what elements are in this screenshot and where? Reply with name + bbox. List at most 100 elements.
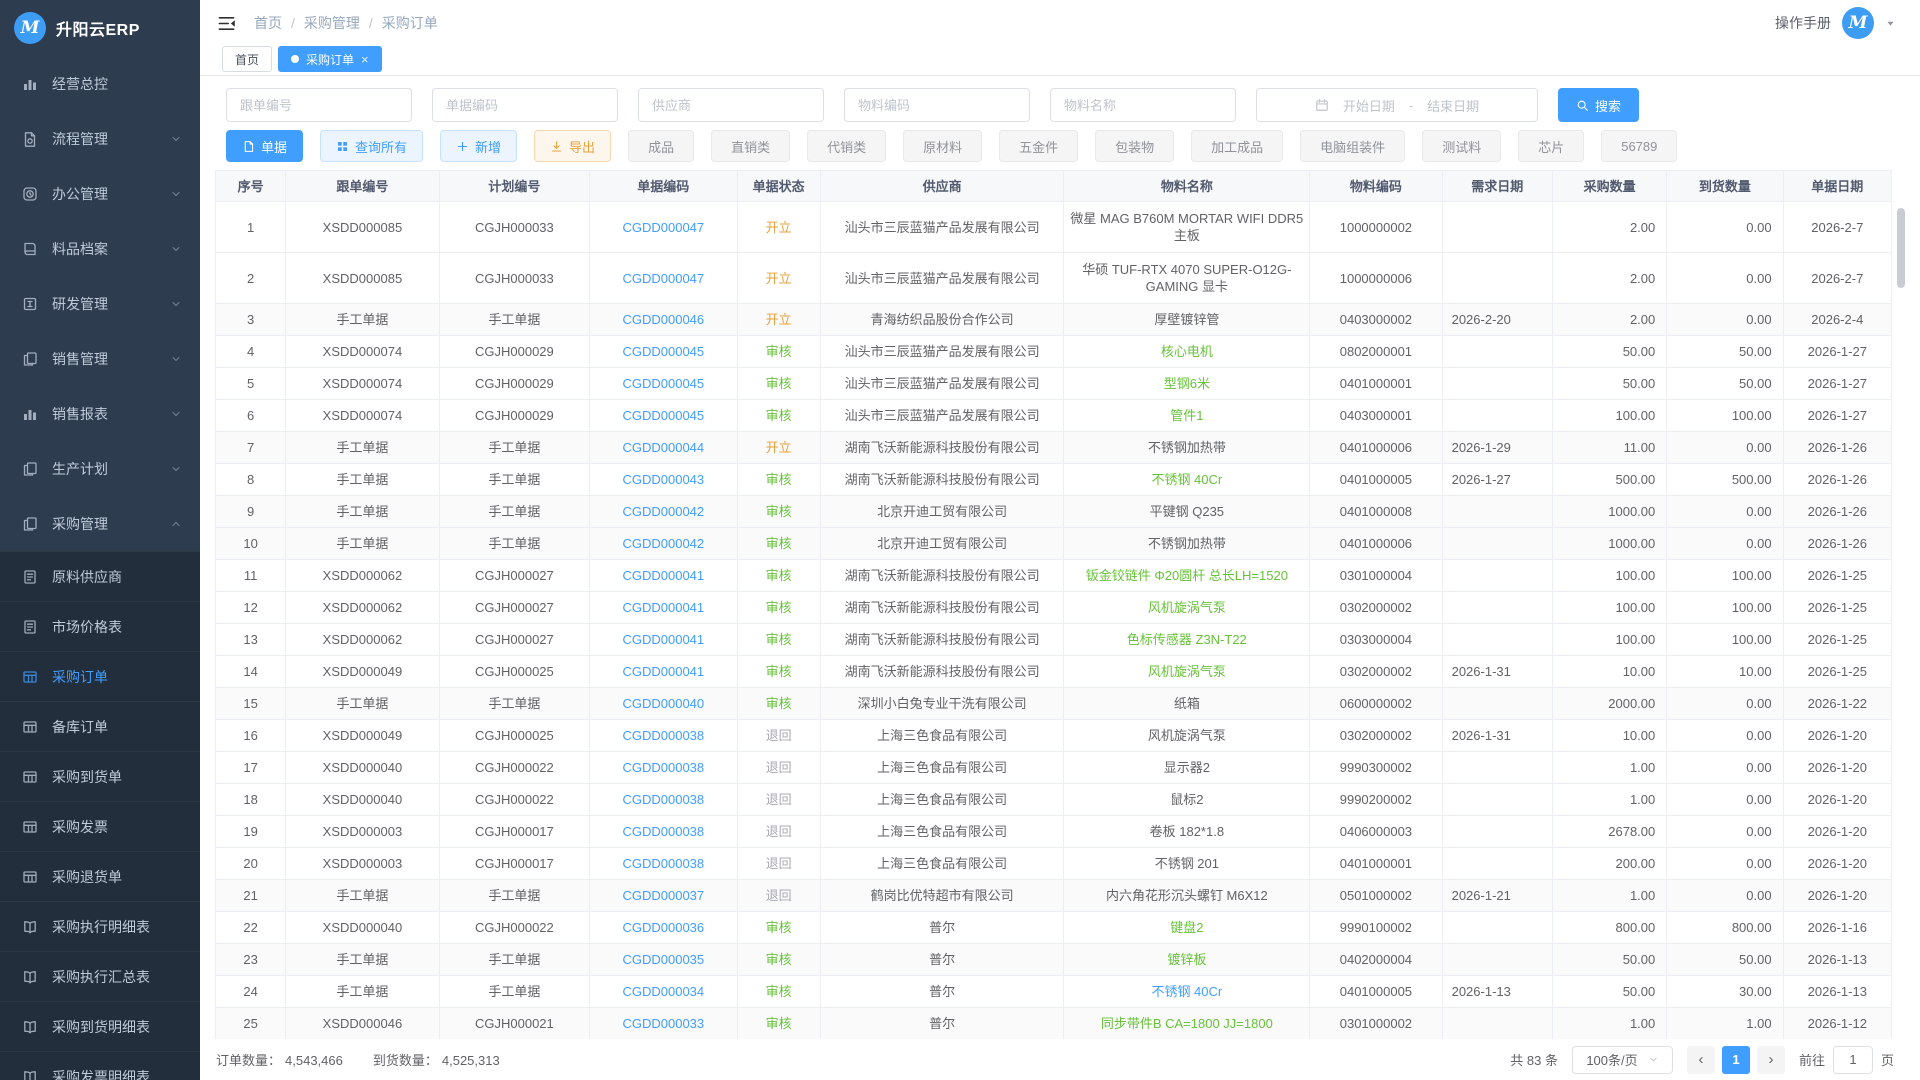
doc-no-link[interactable]: CGDD000035 bbox=[622, 952, 704, 967]
vertical-scrollbar[interactable] bbox=[1897, 202, 1905, 1038]
category-button[interactable]: 加工成品 bbox=[1191, 130, 1283, 162]
close-icon[interactable]: × bbox=[361, 53, 369, 66]
category-button[interactable]: 芯片 bbox=[1518, 130, 1584, 162]
sidebar-subitem[interactable]: 原料供应商 bbox=[0, 551, 200, 601]
table-row[interactable]: 19 XSDD000003 CGJH000017 CGDD000038 退回 上… bbox=[216, 816, 1892, 848]
category-button[interactable]: 代销类 bbox=[807, 130, 886, 162]
search-button[interactable]: 搜索 bbox=[1558, 88, 1639, 122]
doc-no-link[interactable]: CGDD000038 bbox=[622, 824, 704, 839]
doc-no-link[interactable]: CGDD000033 bbox=[622, 1016, 704, 1031]
filter-input[interactable] bbox=[226, 88, 412, 122]
current-page-button[interactable]: 1 bbox=[1722, 1046, 1750, 1074]
doc-no-link[interactable]: CGDD000042 bbox=[622, 504, 704, 519]
category-button[interactable]: 成品 bbox=[628, 130, 694, 162]
table-row[interactable]: 13 XSDD000062 CGJH000027 CGDD000041 审核 湖… bbox=[216, 624, 1892, 656]
sidebar-item[interactable]: 办公管理 bbox=[0, 166, 200, 221]
page-size-select[interactable]: 100条/页 bbox=[1572, 1046, 1673, 1074]
table-row[interactable]: 14 XSDD000049 CGJH000025 CGDD000041 审核 湖… bbox=[216, 656, 1892, 688]
sidebar-item[interactable]: 销售管理 bbox=[0, 331, 200, 386]
doc-no-link[interactable]: CGDD000041 bbox=[622, 664, 704, 679]
sidebar-item[interactable]: 经营总控 bbox=[0, 56, 200, 111]
doc-no-link[interactable]: CGDD000040 bbox=[622, 696, 704, 711]
caret-down-icon[interactable] bbox=[1885, 18, 1896, 29]
sidebar-subitem[interactable]: 采购执行汇总表 bbox=[0, 951, 200, 1001]
breadcrumb-item[interactable]: 首页 bbox=[254, 13, 282, 33]
sidebar-item[interactable]: 流程管理 bbox=[0, 111, 200, 166]
filter-input[interactable] bbox=[638, 88, 824, 122]
doc-no-link[interactable]: CGDD000047 bbox=[622, 271, 704, 286]
toolbar-button[interactable]: 导出 bbox=[534, 130, 611, 162]
table-row[interactable]: 5 XSDD000074 CGJH000029 CGDD000045 审核 汕头… bbox=[216, 368, 1892, 400]
table-row[interactable]: 11 XSDD000062 CGJH000027 CGDD000041 审核 湖… bbox=[216, 560, 1892, 592]
table-row[interactable]: 9 手工单据 手工单据 CGDD000042 审核 北京开迪工贸有限公司 平键钢… bbox=[216, 496, 1892, 528]
scrollbar-thumb[interactable] bbox=[1897, 208, 1905, 288]
sidebar-subitem[interactable]: 采购执行明细表 bbox=[0, 901, 200, 951]
sidebar-subitem[interactable]: 采购退货单 bbox=[0, 851, 200, 901]
table-row[interactable]: 21 手工单据 手工单据 CGDD000037 退回 鹤岗比优特超市有限公司 内… bbox=[216, 880, 1892, 912]
table-row[interactable]: 17 XSDD000040 CGJH000022 CGDD000038 退回 上… bbox=[216, 752, 1892, 784]
filter-input[interactable] bbox=[1050, 88, 1236, 122]
table-row[interactable]: 24 手工单据 手工单据 CGDD000034 审核 普尔 不锈钢 40Cr 0… bbox=[216, 976, 1892, 1008]
table-row[interactable]: 1 XSDD000085 CGJH000033 CGDD000047 开立 汕头… bbox=[216, 202, 1892, 253]
doc-no-link[interactable]: CGDD000034 bbox=[622, 984, 704, 999]
table-row[interactable]: 15 手工单据 手工单据 CGDD000040 审核 深圳小白兔专业干洗有限公司… bbox=[216, 688, 1892, 720]
category-button[interactable]: 包装物 bbox=[1095, 130, 1174, 162]
avatar[interactable]: M bbox=[1842, 7, 1874, 39]
tab[interactable]: 首页 × bbox=[222, 46, 272, 72]
sidebar-item[interactable]: 生产计划 bbox=[0, 441, 200, 496]
sidebar-subitem[interactable]: 采购发票明细表 bbox=[0, 1051, 200, 1080]
table-row[interactable]: 10 手工单据 手工单据 CGDD000042 审核 北京开迪工贸有限公司 不锈… bbox=[216, 528, 1892, 560]
toolbar-button[interactable]: 查询所有 bbox=[320, 130, 423, 162]
doc-no-link[interactable]: CGDD000044 bbox=[622, 440, 704, 455]
table-row[interactable]: 7 手工单据 手工单据 CGDD000044 开立 湖南飞沃新能源科技股份有限公… bbox=[216, 432, 1892, 464]
doc-no-link[interactable]: CGDD000037 bbox=[622, 888, 704, 903]
category-button[interactable]: 原材料 bbox=[903, 130, 982, 162]
doc-no-link[interactable]: CGDD000046 bbox=[622, 312, 704, 327]
sidebar-item[interactable]: 研发管理 bbox=[0, 276, 200, 331]
doc-no-link[interactable]: CGDD000045 bbox=[622, 376, 704, 391]
doc-no-link[interactable]: CGDD000043 bbox=[622, 472, 704, 487]
table-row[interactable]: 8 手工单据 手工单据 CGDD000043 审核 湖南飞沃新能源科技股份有限公… bbox=[216, 464, 1892, 496]
table-row[interactable]: 22 XSDD000040 CGJH000022 CGDD000036 审核 普… bbox=[216, 912, 1892, 944]
sidebar-subitem[interactable]: 备库订单 bbox=[0, 701, 200, 751]
table-row[interactable]: 25 XSDD000046 CGJH000021 CGDD000033 审核 普… bbox=[216, 1008, 1892, 1040]
category-button[interactable]: 直销类 bbox=[711, 130, 790, 162]
date-range-picker[interactable]: 开始日期 - 结束日期 bbox=[1256, 88, 1538, 122]
doc-no-link[interactable]: CGDD000045 bbox=[622, 408, 704, 423]
category-button[interactable]: 测试料 bbox=[1422, 130, 1501, 162]
table-row[interactable]: 23 手工单据 手工单据 CGDD000035 审核 普尔 镀锌板 040200… bbox=[216, 944, 1892, 976]
toolbar-button[interactable]: 单据 bbox=[226, 130, 303, 162]
goto-page-input[interactable] bbox=[1833, 1046, 1873, 1074]
category-button[interactable]: 56789 bbox=[1601, 130, 1677, 162]
sidebar-subitem[interactable]: 采购订单 bbox=[0, 651, 200, 701]
filter-input[interactable] bbox=[844, 88, 1030, 122]
doc-no-link[interactable]: CGDD000045 bbox=[622, 344, 704, 359]
table-row[interactable]: 2 XSDD000085 CGJH000033 CGDD000047 开立 汕头… bbox=[216, 253, 1892, 304]
sidebar-subitem[interactable]: 采购到货明细表 bbox=[0, 1001, 200, 1051]
table-row[interactable]: 20 XSDD000003 CGJH000017 CGDD000038 退回 上… bbox=[216, 848, 1892, 880]
table-row[interactable]: 6 XSDD000074 CGJH000029 CGDD000045 审核 汕头… bbox=[216, 400, 1892, 432]
sidebar-item[interactable]: 料品档案 bbox=[0, 221, 200, 276]
sidebar-subitem[interactable]: 采购发票 bbox=[0, 801, 200, 851]
doc-no-link[interactable]: CGDD000036 bbox=[622, 920, 704, 935]
doc-no-link[interactable]: CGDD000038 bbox=[622, 728, 704, 743]
manual-link[interactable]: 操作手册 bbox=[1775, 13, 1831, 33]
doc-no-link[interactable]: CGDD000041 bbox=[622, 632, 704, 647]
tab[interactable]: 采购订单 × bbox=[278, 46, 382, 72]
doc-no-link[interactable]: CGDD000041 bbox=[622, 568, 704, 583]
doc-no-link[interactable]: CGDD000038 bbox=[622, 856, 704, 871]
sidebar-item[interactable]: 采购管理 bbox=[0, 496, 200, 551]
next-page-button[interactable]: › bbox=[1757, 1046, 1785, 1074]
breadcrumb-item[interactable]: 采购管理 bbox=[304, 13, 360, 33]
sidebar-subitem[interactable]: 市场价格表 bbox=[0, 601, 200, 651]
category-button[interactable]: 五金件 bbox=[999, 130, 1078, 162]
table-row[interactable]: 16 XSDD000049 CGJH000025 CGDD000038 退回 上… bbox=[216, 720, 1892, 752]
table-row[interactable]: 12 XSDD000062 CGJH000027 CGDD000041 审核 湖… bbox=[216, 592, 1892, 624]
prev-page-button[interactable]: ‹ bbox=[1687, 1046, 1715, 1074]
doc-no-link[interactable]: CGDD000042 bbox=[622, 536, 704, 551]
doc-no-link[interactable]: CGDD000038 bbox=[622, 760, 704, 775]
doc-no-link[interactable]: CGDD000041 bbox=[622, 600, 704, 615]
category-button[interactable]: 电脑组装件 bbox=[1300, 130, 1405, 162]
sidebar-item[interactable]: 销售报表 bbox=[0, 386, 200, 441]
table-row[interactable]: 4 XSDD000074 CGJH000029 CGDD000045 审核 汕头… bbox=[216, 336, 1892, 368]
